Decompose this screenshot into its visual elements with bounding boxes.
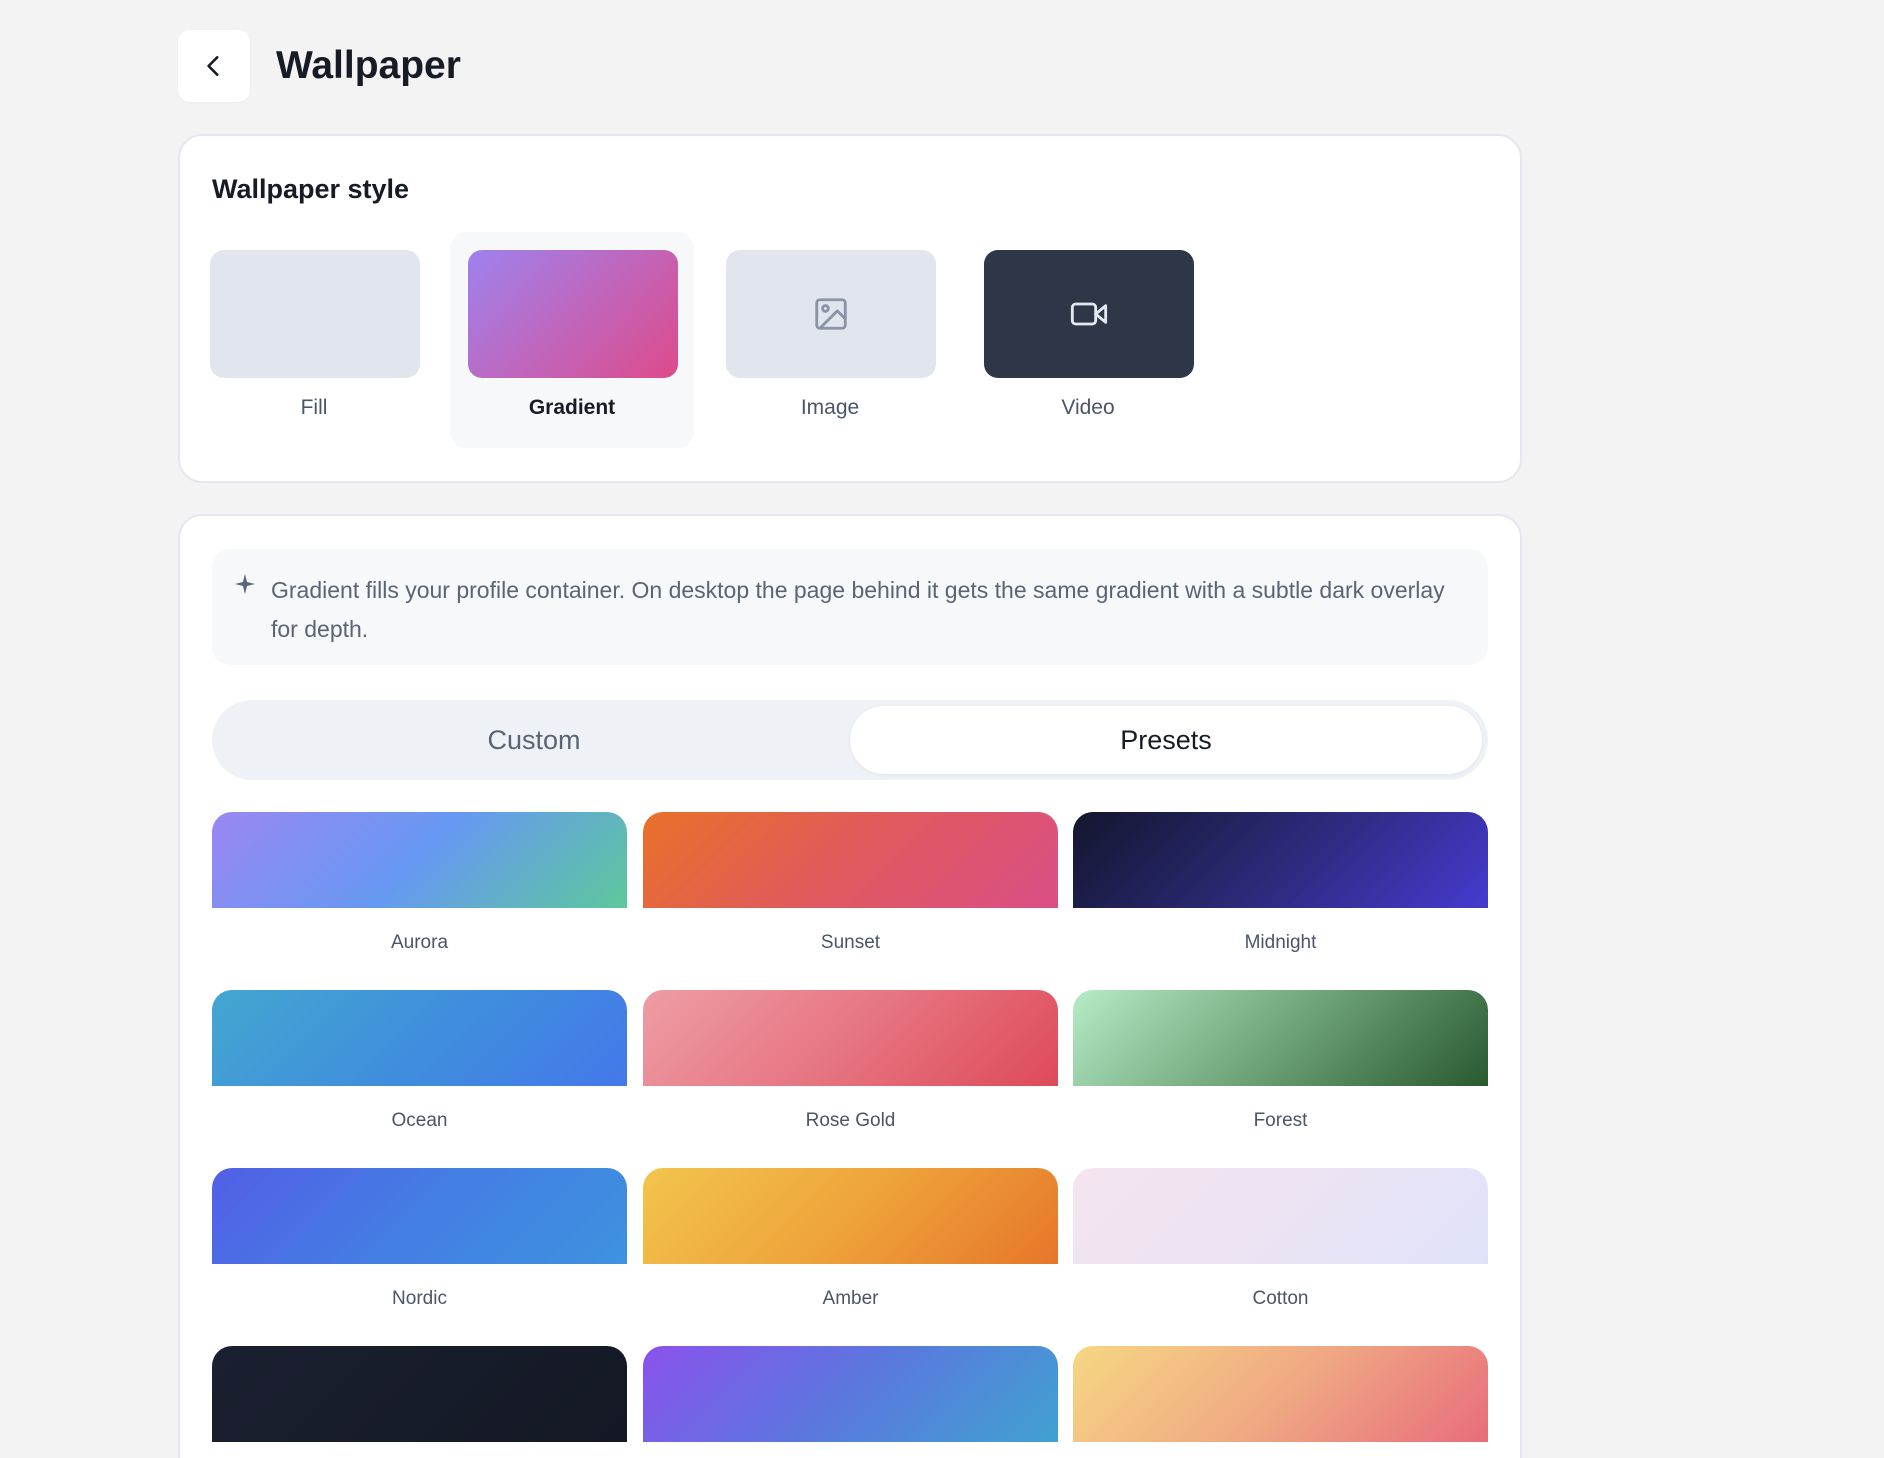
preset-swatch bbox=[212, 1346, 627, 1442]
preset-swatch bbox=[1073, 1346, 1488, 1442]
page-title: Wallpaper bbox=[276, 44, 461, 87]
style-option-video[interactable]: Video bbox=[966, 232, 1210, 448]
preset-label: Midnight bbox=[1244, 932, 1317, 953]
preset-label: Ocean bbox=[391, 1110, 448, 1131]
preset-swatch bbox=[643, 1346, 1058, 1442]
video-camera-icon bbox=[1070, 302, 1108, 326]
preset-swatch bbox=[643, 1168, 1058, 1264]
preset-swatch bbox=[1073, 1168, 1488, 1264]
preset-cotton[interactable]: Cotton bbox=[1073, 1168, 1488, 1318]
preset-forest[interactable]: Forest bbox=[1073, 990, 1488, 1140]
preset-swatch bbox=[212, 1168, 627, 1264]
gradient-mode-tabs: Custom Presets bbox=[212, 700, 1488, 780]
preset-label: Nordic bbox=[392, 1288, 447, 1309]
back-button[interactable] bbox=[178, 30, 250, 102]
video-thumbnail bbox=[984, 250, 1194, 378]
preset-label: Sunset bbox=[820, 932, 881, 953]
style-option-gradient[interactable]: Gradient bbox=[450, 232, 694, 448]
preset-label: Aurora bbox=[390, 932, 449, 953]
preset-label: Forest bbox=[1253, 1110, 1308, 1131]
image-thumbnail bbox=[726, 250, 936, 378]
preset-ocean[interactable]: Ocean bbox=[212, 990, 627, 1140]
preset-midnight[interactable]: Midnight bbox=[1073, 812, 1488, 962]
sparkle-icon bbox=[234, 573, 256, 595]
chevron-left-icon bbox=[207, 56, 219, 76]
gradient-settings-card: Gradient fills your profile container. O… bbox=[178, 514, 1522, 1458]
info-text: Gradient fills your profile container. O… bbox=[271, 577, 1445, 642]
preset-dark[interactable] bbox=[212, 1346, 627, 1458]
preset-swatch bbox=[643, 812, 1058, 908]
preset-swatch bbox=[212, 990, 627, 1086]
gradient-thumbnail bbox=[468, 250, 678, 378]
style-option-fill[interactable]: Fill bbox=[192, 232, 436, 448]
style-option-label: Gradient bbox=[528, 396, 616, 419]
preset-sunset[interactable]: Sunset bbox=[643, 812, 1058, 962]
page-header: Wallpaper bbox=[178, 30, 461, 102]
style-option-image[interactable]: Image bbox=[708, 232, 952, 448]
preset-rose-gold[interactable]: Rose Gold bbox=[643, 990, 1058, 1140]
style-option-label: Fill bbox=[300, 396, 328, 419]
section-title: Wallpaper style bbox=[212, 174, 410, 204]
preset-violet-blue[interactable] bbox=[643, 1346, 1058, 1458]
preset-swatch bbox=[643, 990, 1058, 1086]
preset-swatch bbox=[1073, 812, 1488, 908]
preset-swatch bbox=[212, 812, 627, 908]
preset-label: Amber bbox=[822, 1288, 879, 1309]
info-box: Gradient fills your profile container. O… bbox=[212, 549, 1488, 665]
preset-label: Cotton bbox=[1252, 1288, 1309, 1309]
preset-amber[interactable]: Amber bbox=[643, 1168, 1058, 1318]
preset-aurora[interactable]: Aurora bbox=[212, 812, 627, 962]
style-option-label: Image bbox=[800, 396, 860, 419]
preset-label: Rose Gold bbox=[805, 1110, 896, 1131]
style-option-label: Video bbox=[1061, 396, 1115, 419]
preset-nordic[interactable]: Nordic bbox=[212, 1168, 627, 1318]
image-icon bbox=[815, 298, 847, 330]
preset-swatch bbox=[1073, 990, 1488, 1086]
preset-peach[interactable] bbox=[1073, 1346, 1488, 1458]
fill-thumbnail bbox=[210, 250, 420, 378]
wallpaper-style-card: Wallpaper style Fill Gradient Image Vide… bbox=[178, 134, 1522, 483]
tab-presets[interactable]: Presets bbox=[850, 706, 1482, 774]
tab-custom[interactable]: Custom bbox=[218, 706, 850, 774]
